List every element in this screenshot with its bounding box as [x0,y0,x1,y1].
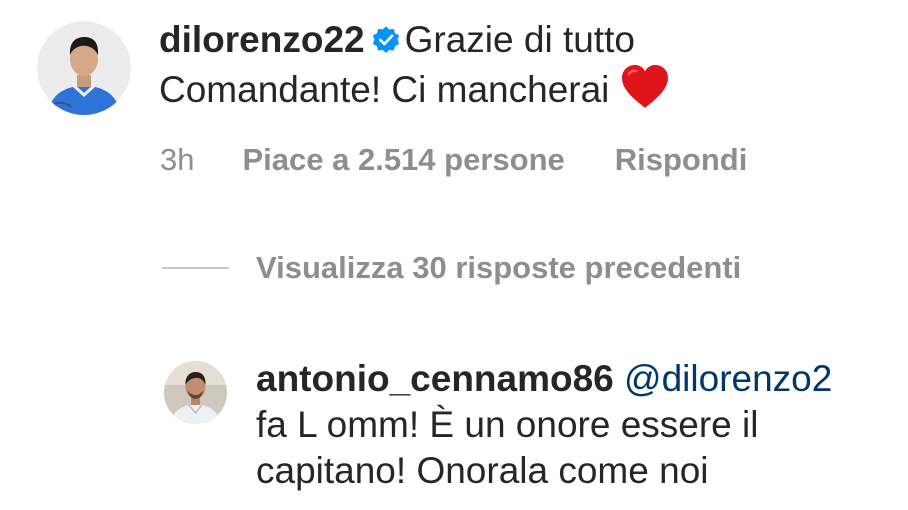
reply-button[interactable]: Rispondi [615,142,748,177]
comment-timestamp: 3h [160,142,195,177]
view-previous-replies-button[interactable]: Visualizza 30 risposte precedenti [256,248,741,288]
likes-count-link[interactable]: Piace a 2.514 persone [242,142,564,177]
comment-username[interactable]: dilorenzo22 [159,19,365,60]
reply-username[interactable]: antonio_cennamo86 [256,358,614,399]
comment-text-line2: Comandante! Ci mancherai [159,69,610,110]
avatar[interactable] [37,21,131,115]
reply-text-line2: capitano! Onorala come noi [256,450,709,491]
comment-first-line: dilorenzo22 Grazie di tutto [159,16,899,64]
reply-avatar-image [164,361,227,424]
reply-first-line: antonio_cennamo86 @dilorenzo2 [256,356,908,402]
reply-text-line1: fa L omm! È un onore essere il [256,404,759,445]
comment-text: dilorenzo22 Grazie di tutto Comandante! … [159,16,899,114]
replies-divider [162,267,229,269]
comment-second-line: Comandante! Ci mancherai [159,64,899,114]
comment-text-line1: Grazie di tutto [404,19,635,60]
reply-comment-text: antonio_cennamo86 @dilorenzo2 fa L omm! … [256,356,908,494]
verified-badge-icon [372,26,399,53]
heart-emoji-icon [622,65,669,108]
comment-meta: 3h Piace a 2.514 persone Rispondi [160,140,747,180]
reply-mention[interactable]: @dilorenzo2 [624,358,832,399]
instagram-comments-view: dilorenzo22 Grazie di tutto Comandante! … [0,0,908,510]
avatar-image [37,21,131,115]
reply-avatar[interactable] [164,361,227,424]
